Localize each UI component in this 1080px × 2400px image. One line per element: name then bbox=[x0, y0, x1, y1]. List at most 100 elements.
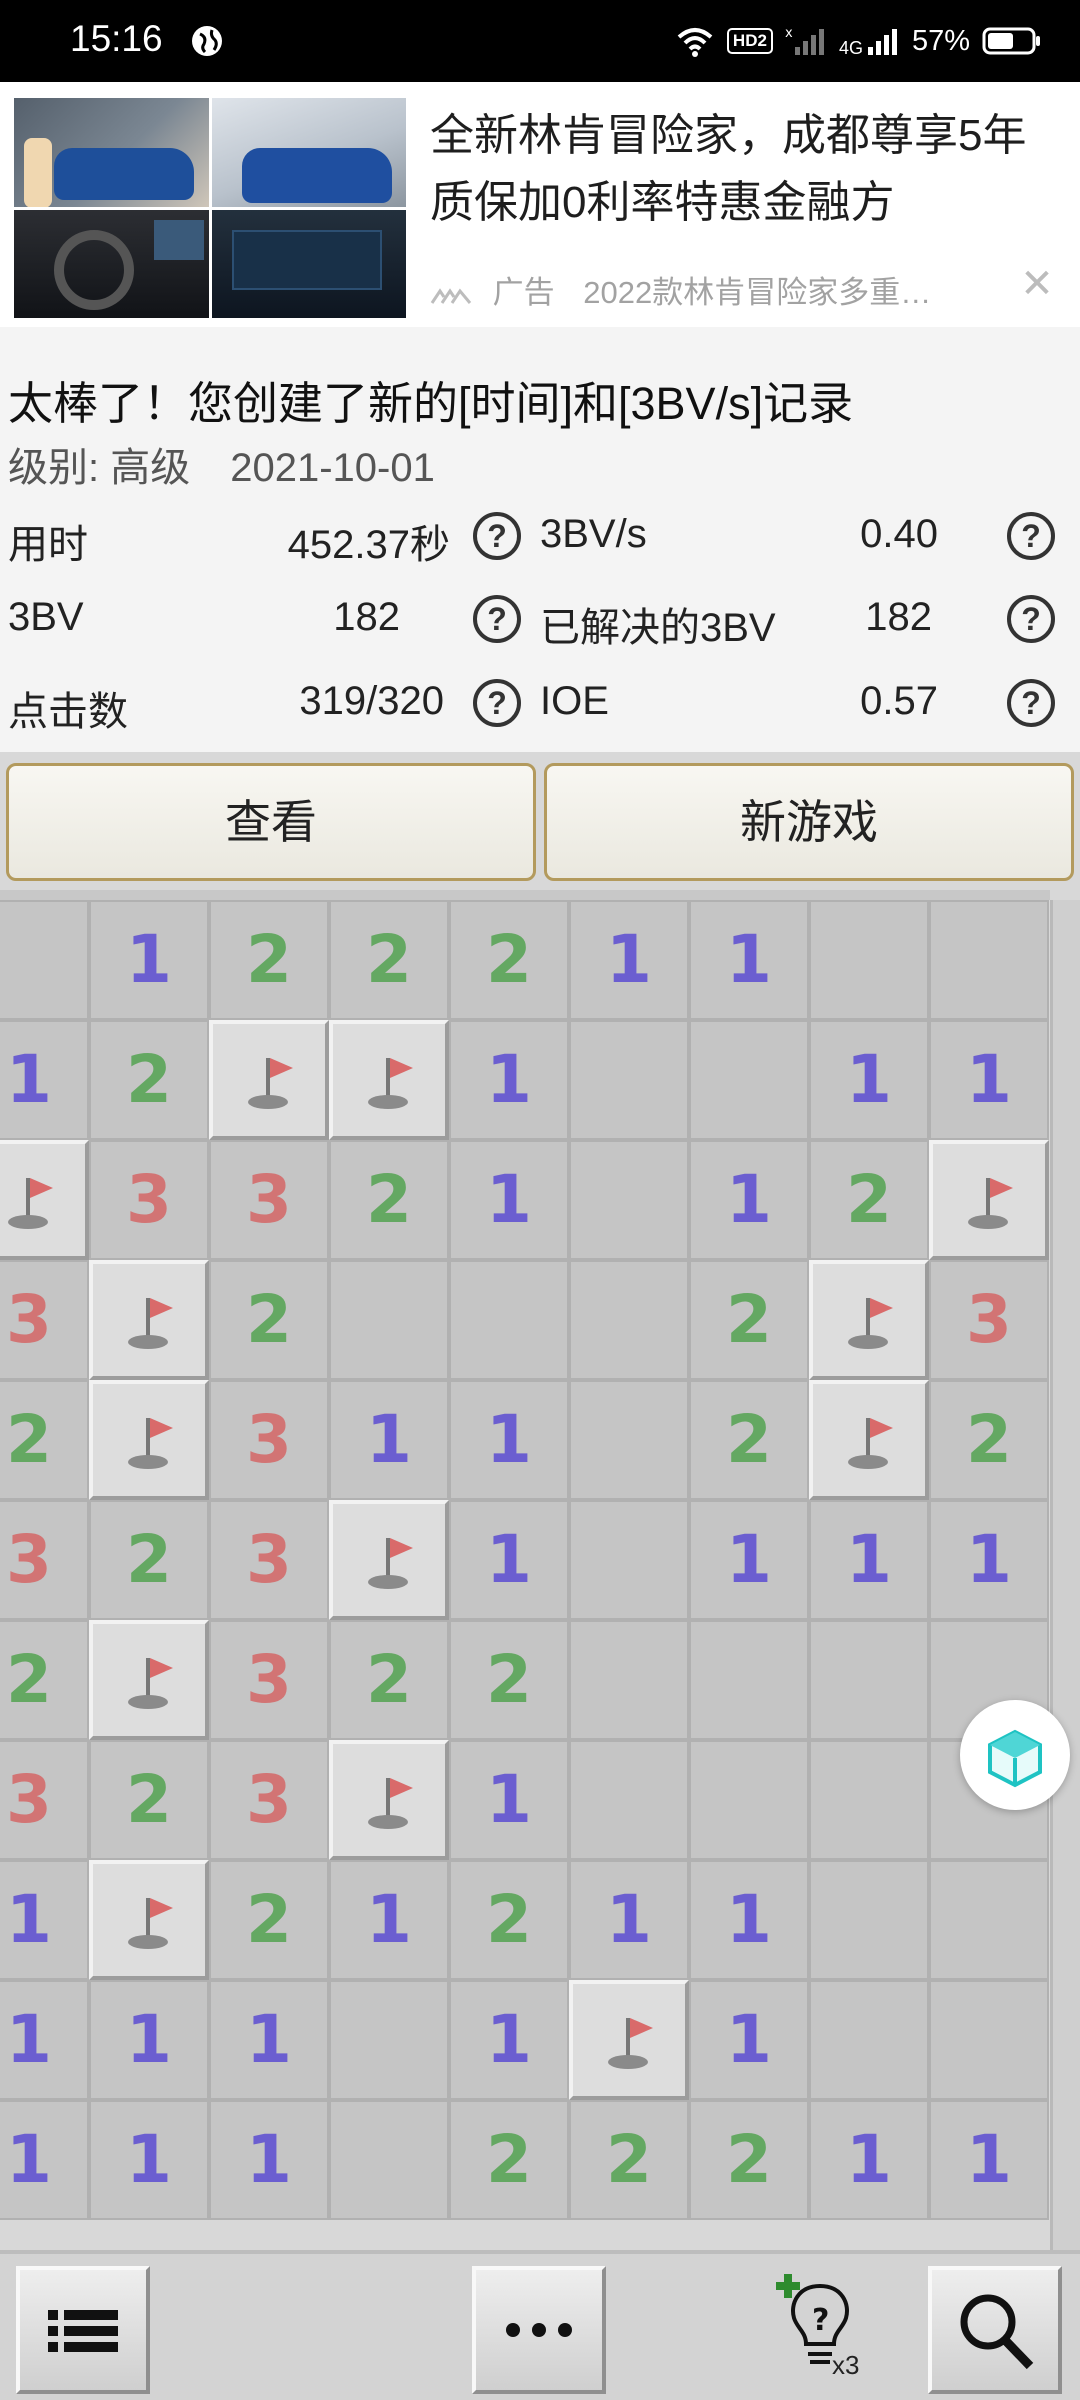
number-cell[interactable]: 1 bbox=[689, 1500, 809, 1620]
help-icon[interactable]: ? bbox=[1007, 512, 1055, 560]
empty-cell[interactable] bbox=[569, 1020, 689, 1140]
empty-cell[interactable] bbox=[0, 900, 89, 1020]
number-cell[interactable]: 2 bbox=[0, 1380, 89, 1500]
number-cell[interactable]: 2 bbox=[0, 1620, 89, 1740]
empty-cell[interactable] bbox=[809, 1860, 929, 1980]
empty-cell[interactable] bbox=[689, 1620, 809, 1740]
empty-cell[interactable] bbox=[809, 1620, 929, 1740]
number-cell[interactable]: 1 bbox=[449, 1380, 569, 1500]
empty-cell[interactable] bbox=[809, 1740, 929, 1860]
flag-cell[interactable] bbox=[569, 1980, 689, 2100]
flag-cell[interactable] bbox=[809, 1380, 929, 1500]
flag-cell[interactable] bbox=[929, 1140, 1049, 1260]
number-cell[interactable]: 2 bbox=[449, 1860, 569, 1980]
number-cell[interactable]: 1 bbox=[0, 1980, 89, 2100]
close-icon[interactable]: ✕ bbox=[1016, 264, 1058, 306]
help-icon[interactable]: ? bbox=[1007, 679, 1055, 727]
number-cell[interactable]: 1 bbox=[809, 2100, 929, 2220]
empty-cell[interactable] bbox=[329, 1980, 449, 2100]
number-cell[interactable]: 1 bbox=[209, 1980, 329, 2100]
empty-cell[interactable] bbox=[569, 1260, 689, 1380]
number-cell[interactable]: 1 bbox=[689, 1860, 809, 1980]
number-cell[interactable]: 1 bbox=[689, 1140, 809, 1260]
number-cell[interactable]: 2 bbox=[329, 1620, 449, 1740]
number-cell[interactable]: 1 bbox=[209, 2100, 329, 2220]
number-cell[interactable]: 1 bbox=[0, 1860, 89, 1980]
flag-cell[interactable] bbox=[89, 1620, 209, 1740]
empty-cell[interactable] bbox=[329, 2100, 449, 2220]
more-button[interactable] bbox=[472, 2266, 606, 2394]
empty-cell[interactable] bbox=[569, 1140, 689, 1260]
empty-cell[interactable] bbox=[929, 1860, 1049, 1980]
number-cell[interactable]: 1 bbox=[329, 1860, 449, 1980]
empty-cell[interactable] bbox=[689, 1740, 809, 1860]
number-cell[interactable]: 3 bbox=[0, 1500, 89, 1620]
number-cell[interactable]: 1 bbox=[689, 1980, 809, 2100]
number-cell[interactable]: 1 bbox=[689, 900, 809, 1020]
number-cell[interactable]: 1 bbox=[89, 1980, 209, 2100]
empty-cell[interactable] bbox=[449, 1260, 569, 1380]
minesweeper-board[interactable]: 1222111211133211232232311223231111232232… bbox=[0, 900, 1050, 2250]
ad-image[interactable] bbox=[14, 98, 406, 318]
floating-assistant-button[interactable] bbox=[960, 1700, 1070, 1810]
number-cell[interactable]: 1 bbox=[0, 1020, 89, 1140]
empty-cell[interactable] bbox=[809, 900, 929, 1020]
number-cell[interactable]: 1 bbox=[89, 2100, 209, 2220]
number-cell[interactable]: 1 bbox=[449, 1140, 569, 1260]
flag-cell[interactable] bbox=[329, 1740, 449, 1860]
ad-banner[interactable]: 全新林肯冒险家，成都尊享5年质保加0利率特惠金融方 广告 2022款林肯冒险家多… bbox=[0, 82, 1080, 327]
flag-cell[interactable] bbox=[89, 1260, 209, 1380]
number-cell[interactable]: 1 bbox=[89, 900, 209, 1020]
hint-button[interactable]: ? x3 bbox=[760, 2264, 880, 2394]
number-cell[interactable]: 1 bbox=[809, 1500, 929, 1620]
number-cell[interactable]: 1 bbox=[929, 1020, 1049, 1140]
number-cell[interactable]: 1 bbox=[809, 1020, 929, 1140]
flag-cell[interactable] bbox=[0, 1140, 89, 1260]
number-cell[interactable]: 3 bbox=[209, 1620, 329, 1740]
new-game-button[interactable]: 新游戏 bbox=[544, 763, 1074, 881]
number-cell[interactable]: 3 bbox=[209, 1380, 329, 1500]
flag-cell[interactable] bbox=[329, 1500, 449, 1620]
number-cell[interactable]: 2 bbox=[569, 2100, 689, 2220]
number-cell[interactable]: 1 bbox=[449, 1980, 569, 2100]
number-cell[interactable]: 1 bbox=[449, 1740, 569, 1860]
flag-cell[interactable] bbox=[209, 1020, 329, 1140]
number-cell[interactable]: 2 bbox=[689, 1380, 809, 1500]
zoom-button[interactable] bbox=[928, 2266, 1062, 2394]
number-cell[interactable]: 3 bbox=[209, 1140, 329, 1260]
empty-cell[interactable] bbox=[569, 1620, 689, 1740]
number-cell[interactable]: 1 bbox=[929, 1500, 1049, 1620]
number-cell[interactable]: 2 bbox=[689, 1260, 809, 1380]
flag-cell[interactable] bbox=[89, 1380, 209, 1500]
empty-cell[interactable] bbox=[329, 1260, 449, 1380]
number-cell[interactable]: 2 bbox=[89, 1500, 209, 1620]
flag-cell[interactable] bbox=[809, 1260, 929, 1380]
number-cell[interactable]: 2 bbox=[449, 900, 569, 1020]
menu-button[interactable] bbox=[16, 2266, 150, 2394]
empty-cell[interactable] bbox=[809, 1980, 929, 2100]
help-icon[interactable]: ? bbox=[473, 679, 521, 727]
help-icon[interactable]: ? bbox=[473, 512, 521, 560]
number-cell[interactable]: 3 bbox=[929, 1260, 1049, 1380]
empty-cell[interactable] bbox=[929, 1980, 1049, 2100]
number-cell[interactable]: 2 bbox=[329, 1140, 449, 1260]
ad-title[interactable]: 全新林肯冒险家，成都尊享5年质保加0利率特惠金融方 bbox=[430, 102, 1050, 236]
number-cell[interactable]: 2 bbox=[449, 2100, 569, 2220]
number-cell[interactable]: 1 bbox=[329, 1380, 449, 1500]
empty-cell[interactable] bbox=[569, 1380, 689, 1500]
empty-cell[interactable] bbox=[689, 1020, 809, 1140]
help-icon[interactable]: ? bbox=[1007, 595, 1055, 643]
number-cell[interactable]: 2 bbox=[209, 1260, 329, 1380]
number-cell[interactable]: 1 bbox=[569, 1860, 689, 1980]
empty-cell[interactable] bbox=[569, 1740, 689, 1860]
number-cell[interactable]: 1 bbox=[449, 1500, 569, 1620]
number-cell[interactable]: 1 bbox=[0, 2100, 89, 2220]
number-cell[interactable]: 3 bbox=[0, 1740, 89, 1860]
flag-cell[interactable] bbox=[89, 1860, 209, 1980]
number-cell[interactable]: 3 bbox=[209, 1740, 329, 1860]
number-cell[interactable]: 2 bbox=[809, 1140, 929, 1260]
view-button[interactable]: 查看 bbox=[6, 763, 536, 881]
number-cell[interactable]: 3 bbox=[209, 1500, 329, 1620]
number-cell[interactable]: 1 bbox=[569, 900, 689, 1020]
number-cell[interactable]: 2 bbox=[329, 900, 449, 1020]
